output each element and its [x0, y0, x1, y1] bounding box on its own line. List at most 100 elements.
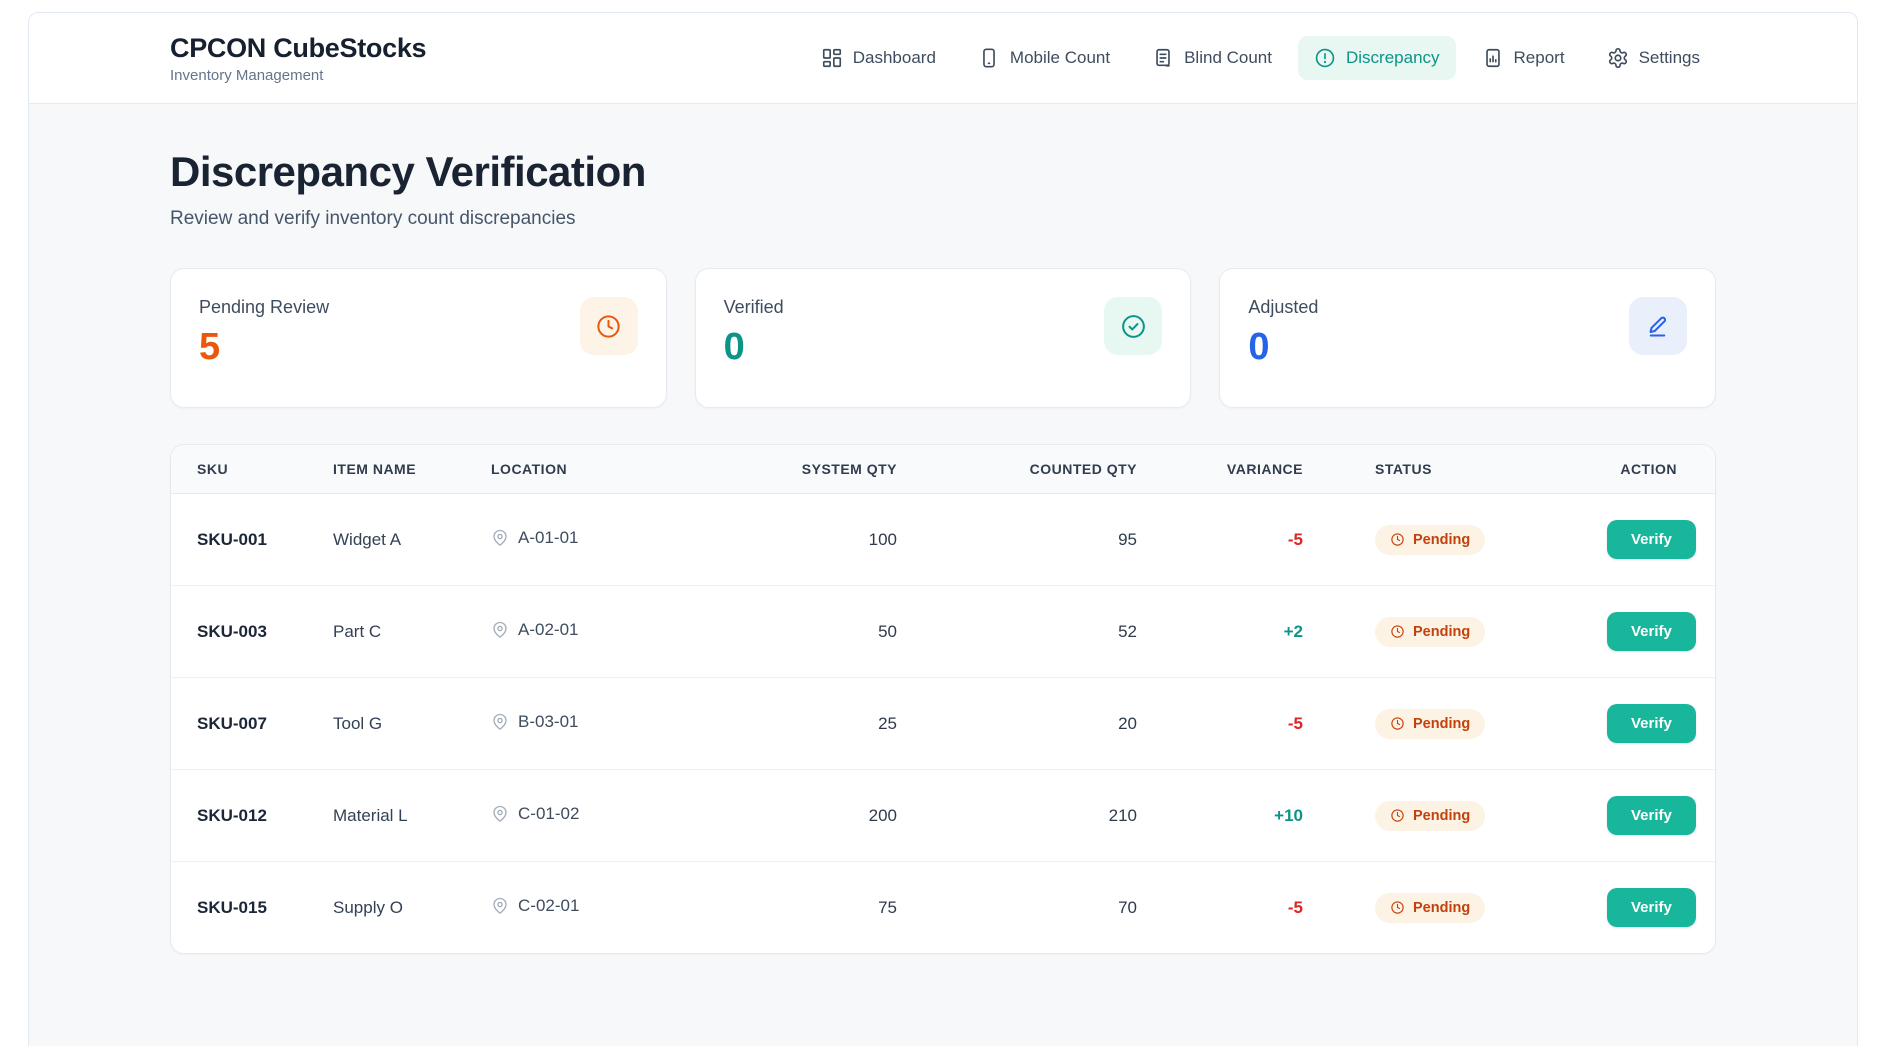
column-header-location: LOCATION — [479, 445, 709, 494]
top-navigation-bar: CPCON CubeStocks Inventory Management Da… — [29, 13, 1857, 104]
discrepancy-table: SKUITEM NAMELOCATIONSYSTEM QTYCOUNTED QT… — [171, 445, 1716, 953]
item-name-cell: Widget A — [321, 494, 479, 586]
main-nav: Dashboard Mobile Count Blind Count Discr… — [805, 36, 1716, 80]
stat-value: 0 — [724, 326, 784, 369]
action-cell: Verify — [1595, 494, 1716, 586]
system-qty-cell: 200 — [709, 770, 909, 862]
table-row: SKU-015 Supply O C-02-01 75 70 -5 Pendin… — [171, 862, 1716, 954]
status-badge: Pending — [1375, 801, 1485, 831]
item-name-cell: Material L — [321, 770, 479, 862]
nav-item-mobile-count[interactable]: Mobile Count — [962, 36, 1126, 80]
map-pin-icon — [491, 529, 509, 547]
system-qty-cell: 100 — [709, 494, 909, 586]
smartphone-icon — [978, 47, 1000, 69]
status-badge: Pending — [1375, 893, 1485, 923]
nav-item-dashboard[interactable]: Dashboard — [805, 36, 952, 80]
status-cell: Pending — [1315, 586, 1595, 678]
column-header-system-qty: SYSTEM QTY — [709, 445, 909, 494]
clock-icon — [1390, 808, 1405, 823]
check-circle-icon — [1104, 297, 1162, 355]
alert-circle-icon — [1314, 47, 1336, 69]
status-cell: Pending — [1315, 770, 1595, 862]
edit-pencil-icon — [1629, 297, 1687, 355]
variance-cell: -5 — [1149, 862, 1315, 954]
table-row: SKU-012 Material L C-01-02 200 210 +10 P… — [171, 770, 1716, 862]
sku-cell: SKU-007 — [171, 678, 321, 770]
stat-card: Pending Review 5 — [170, 268, 667, 408]
column-header-status: STATUS — [1315, 445, 1595, 494]
map-pin-icon — [491, 897, 509, 915]
variance-cell: +2 — [1149, 586, 1315, 678]
status-badge: Pending — [1375, 709, 1485, 739]
nav-item-blind-count[interactable]: Blind Count — [1136, 36, 1288, 80]
action-cell: Verify — [1595, 862, 1716, 954]
clock-icon — [1390, 716, 1405, 731]
stat-card: Verified 0 — [695, 268, 1192, 408]
verify-button[interactable]: Verify — [1607, 888, 1696, 927]
nav-item-discrepancy[interactable]: Discrepancy — [1298, 36, 1456, 80]
map-pin-icon — [491, 805, 509, 823]
sku-cell: SKU-015 — [171, 862, 321, 954]
status-cell: Pending — [1315, 494, 1595, 586]
nav-item-settings[interactable]: Settings — [1591, 36, 1716, 80]
counted-qty-cell: 52 — [909, 586, 1149, 678]
stat-value: 5 — [199, 326, 329, 369]
table-row: SKU-001 Widget A A-01-01 100 95 -5 Pendi… — [171, 494, 1716, 586]
column-header-variance: VARIANCE — [1149, 445, 1315, 494]
sku-cell: SKU-012 — [171, 770, 321, 862]
clock-icon — [1390, 532, 1405, 547]
location-cell: C-01-02 — [479, 770, 709, 862]
summary-cards: Pending Review 5 Verified 0 Adjusted 0 — [170, 268, 1716, 408]
column-header-item-name: ITEM NAME — [321, 445, 479, 494]
column-header-counted-qty: COUNTED QTY — [909, 445, 1149, 494]
clock-icon — [1390, 900, 1405, 915]
table-row: SKU-007 Tool G B-03-01 25 20 -5 Pending … — [171, 678, 1716, 770]
verify-button[interactable]: Verify — [1607, 704, 1696, 743]
variance-cell: -5 — [1149, 678, 1315, 770]
map-pin-icon — [491, 713, 509, 731]
counted-qty-cell: 210 — [909, 770, 1149, 862]
clock-icon — [580, 297, 638, 355]
map-pin-icon — [491, 621, 509, 639]
stat-label: Pending Review — [199, 297, 329, 318]
column-header-action: ACTION — [1595, 445, 1716, 494]
action-cell: Verify — [1595, 678, 1716, 770]
stat-label: Verified — [724, 297, 784, 318]
page-title: Discrepancy Verification — [170, 148, 1716, 196]
item-name-cell: Part C — [321, 586, 479, 678]
nav-item-report[interactable]: Report — [1466, 36, 1581, 80]
dashboard-grid-icon — [821, 47, 843, 69]
location-cell: B-03-01 — [479, 678, 709, 770]
brand-name: CPCON CubeStocks — [170, 33, 426, 64]
table-row: SKU-003 Part C A-02-01 50 52 +2 Pending … — [171, 586, 1716, 678]
document-list-icon — [1152, 47, 1174, 69]
action-cell: Verify — [1595, 586, 1716, 678]
action-cell: Verify — [1595, 770, 1716, 862]
gear-icon — [1607, 47, 1629, 69]
counted-qty-cell: 95 — [909, 494, 1149, 586]
app-window: CPCON CubeStocks Inventory Management Da… — [28, 12, 1858, 1046]
verify-button[interactable]: Verify — [1607, 612, 1696, 651]
verify-button[interactable]: Verify — [1607, 796, 1696, 835]
status-badge: Pending — [1375, 617, 1485, 647]
brand-subtitle: Inventory Management — [170, 67, 426, 84]
report-chart-icon — [1482, 47, 1504, 69]
system-qty-cell: 75 — [709, 862, 909, 954]
sku-cell: SKU-001 — [171, 494, 321, 586]
stat-card: Adjusted 0 — [1219, 268, 1716, 408]
item-name-cell: Supply O — [321, 862, 479, 954]
location-cell: A-01-01 — [479, 494, 709, 586]
item-name-cell: Tool G — [321, 678, 479, 770]
column-header-sku: SKU — [171, 445, 321, 494]
system-qty-cell: 25 — [709, 678, 909, 770]
counted-qty-cell: 20 — [909, 678, 1149, 770]
variance-cell: -5 — [1149, 494, 1315, 586]
status-badge: Pending — [1375, 525, 1485, 555]
verify-button[interactable]: Verify — [1607, 520, 1696, 559]
status-cell: Pending — [1315, 678, 1595, 770]
counted-qty-cell: 70 — [909, 862, 1149, 954]
page-content: Discrepancy Verification Review and veri… — [29, 104, 1857, 1014]
stat-value: 0 — [1248, 326, 1318, 369]
variance-cell: +10 — [1149, 770, 1315, 862]
sku-cell: SKU-003 — [171, 586, 321, 678]
